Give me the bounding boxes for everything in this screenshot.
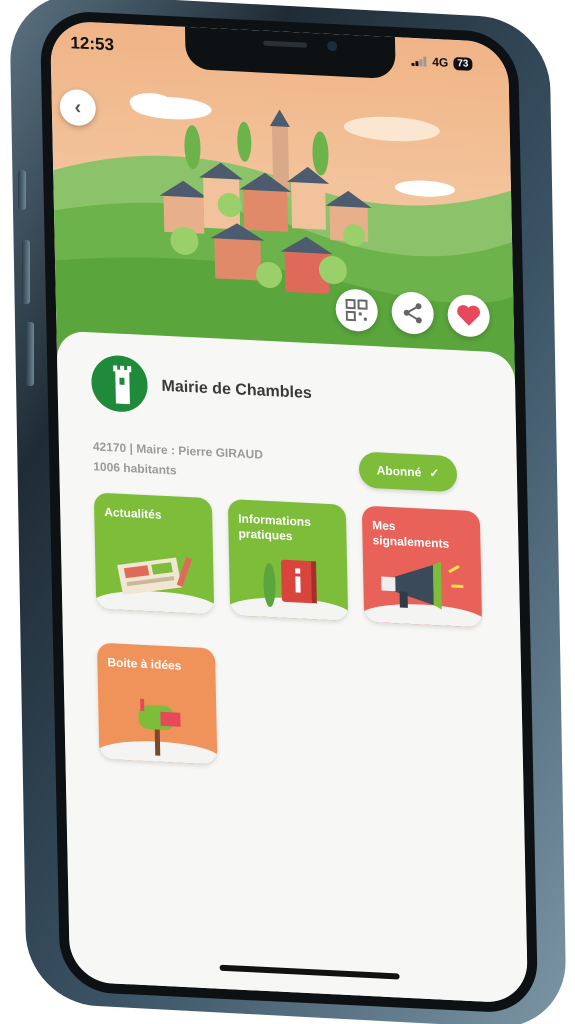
side-button-volume-down xyxy=(26,322,34,386)
signal-icon xyxy=(411,56,427,67)
tile-label: Informations pratiques xyxy=(238,511,312,544)
qr-code-icon xyxy=(345,298,368,322)
status-indicators: 4G 73 xyxy=(411,54,473,71)
battery-icon: 73 xyxy=(453,56,473,71)
share-button[interactable] xyxy=(391,290,435,336)
stage: 12:53 4G 73 ‹ Mairie de Chambles 42170 |… xyxy=(0,0,575,1024)
qr-code-button[interactable] xyxy=(335,288,379,333)
tile-informations-pratiques[interactable]: Informations pratiques xyxy=(227,499,349,621)
side-button-volume-up xyxy=(22,240,30,304)
tile-boite-a-idees[interactable]: Boite à idées xyxy=(96,642,218,765)
network-label: 4G xyxy=(432,54,449,70)
organization-panel: Mairie de Chambles 42170 | Maire : Pierr… xyxy=(56,330,530,1015)
tile-mes-signalements[interactable]: Mes signalements xyxy=(361,505,483,628)
tile-actualites[interactable]: Actualités xyxy=(93,492,215,615)
speaker xyxy=(263,40,308,48)
follow-label: Abonné xyxy=(376,463,422,480)
check-icon: ✓ xyxy=(429,465,440,481)
front-camera xyxy=(327,40,338,52)
feature-tiles: Actualités Informations pratiques Mes si… xyxy=(93,492,494,765)
organization-meta: 42170 | Maire : Pierre GIRAUD 1006 habit… xyxy=(93,436,264,484)
favorite-button[interactable] xyxy=(447,293,491,338)
tower-icon xyxy=(90,354,149,414)
heart-icon xyxy=(457,305,480,326)
share-icon xyxy=(403,303,422,324)
status-time: 12:53 xyxy=(70,33,115,55)
tile-label: Mes signalements xyxy=(372,518,450,551)
organization-name: Mairie de Chambles xyxy=(161,377,312,403)
follow-button[interactable]: Abonné ✓ xyxy=(358,451,458,493)
side-button-mute xyxy=(18,170,26,210)
chevron-left-icon: ‹ xyxy=(74,95,82,119)
hero-actions xyxy=(335,288,491,338)
phone-screen: 12:53 4G 73 ‹ Mairie de Chambles 42170 |… xyxy=(39,9,539,1015)
organization-logo xyxy=(90,354,149,414)
